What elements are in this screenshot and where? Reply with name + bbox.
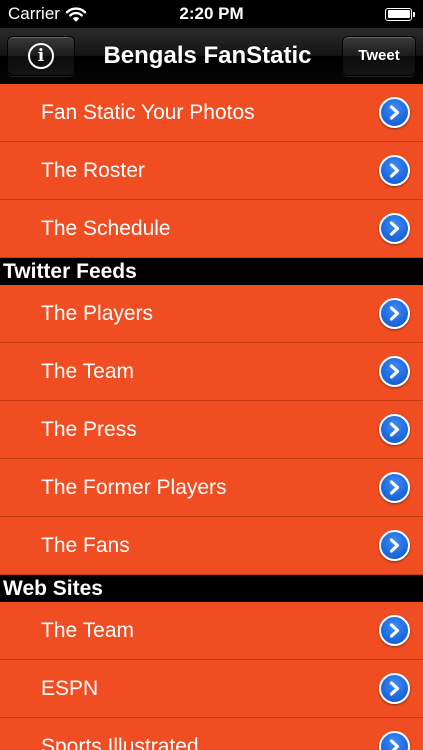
section-header: Web Sites	[0, 575, 423, 602]
chevron-right-icon	[389, 221, 400, 236]
list-item-label: The Team	[41, 618, 134, 642]
disclosure-button-icon[interactable]	[379, 615, 410, 646]
list-item[interactable]: The Team	[0, 602, 423, 660]
app-screen: Carrier 2:20 PM i Bengals FanStatic Twee…	[0, 0, 423, 750]
disclosure-button-icon[interactable]	[379, 731, 410, 750]
chevron-right-icon	[389, 422, 400, 437]
menu-table: Fan Static Your Photos The Roster The Sche…	[0, 84, 423, 750]
disclosure-button-icon[interactable]	[379, 414, 410, 445]
wifi-icon	[65, 6, 86, 22]
list-item-label: The Players	[41, 301, 154, 325]
chevron-right-icon	[389, 480, 400, 495]
list-item[interactable]: The Players	[0, 285, 423, 343]
disclosure-button-icon[interactable]	[379, 97, 410, 128]
list-item[interactable]: Fan Static Your Photos	[0, 84, 423, 142]
chevron-right-icon	[389, 163, 400, 178]
list-item-label: The Fans	[41, 533, 130, 557]
list-item-label: Fan Static Your Photos	[41, 100, 255, 124]
chevron-right-icon	[389, 306, 400, 321]
list-item[interactable]: The Fans	[0, 517, 423, 575]
disclosure-button-icon[interactable]	[379, 213, 410, 244]
list-item-label: The Former Players	[41, 475, 227, 499]
list-item-label: The Team	[41, 359, 134, 383]
list-item-label: The Press	[41, 417, 137, 441]
section-header: Twitter Feeds	[0, 258, 423, 285]
list-item[interactable]: Sports Illustrated	[0, 718, 423, 750]
battery-icon	[385, 7, 415, 21]
list-item[interactable]: The Roster	[0, 142, 423, 200]
disclosure-button-icon[interactable]	[379, 673, 410, 704]
chevron-right-icon	[389, 105, 400, 120]
tweet-button[interactable]: Tweet	[342, 35, 416, 76]
info-icon: i	[28, 42, 54, 69]
list-item-label: The Roster	[41, 158, 145, 182]
list-item[interactable]: ESPN	[0, 660, 423, 718]
chevron-right-icon	[389, 364, 400, 379]
info-button[interactable]: i	[7, 35, 75, 76]
list-item-label: ESPN	[41, 676, 99, 700]
list-item[interactable]: The Press	[0, 401, 423, 459]
list-item[interactable]: The Schedule	[0, 200, 423, 258]
chevron-right-icon	[389, 739, 400, 750]
disclosure-button-icon[interactable]	[379, 356, 410, 387]
status-bar: Carrier 2:20 PM	[0, 0, 423, 28]
disclosure-button-icon[interactable]	[379, 530, 410, 561]
list-item-label: Sports Illustrated	[41, 734, 199, 750]
list-item[interactable]: The Team	[0, 343, 423, 401]
status-left: Carrier	[8, 4, 86, 24]
navigation-bar: i Bengals FanStatic Tweet	[0, 28, 423, 84]
disclosure-button-icon[interactable]	[379, 298, 410, 329]
disclosure-button-icon[interactable]	[379, 155, 410, 186]
chevron-right-icon	[389, 538, 400, 553]
carrier-label: Carrier	[8, 4, 60, 23]
chevron-right-icon	[389, 623, 400, 638]
list-item-label: The Schedule	[41, 216, 171, 240]
disclosure-button-icon[interactable]	[379, 472, 410, 503]
page-title: Bengals FanStatic	[103, 41, 312, 69]
list-item[interactable]: The Former Players	[0, 459, 423, 517]
chevron-right-icon	[389, 681, 400, 696]
